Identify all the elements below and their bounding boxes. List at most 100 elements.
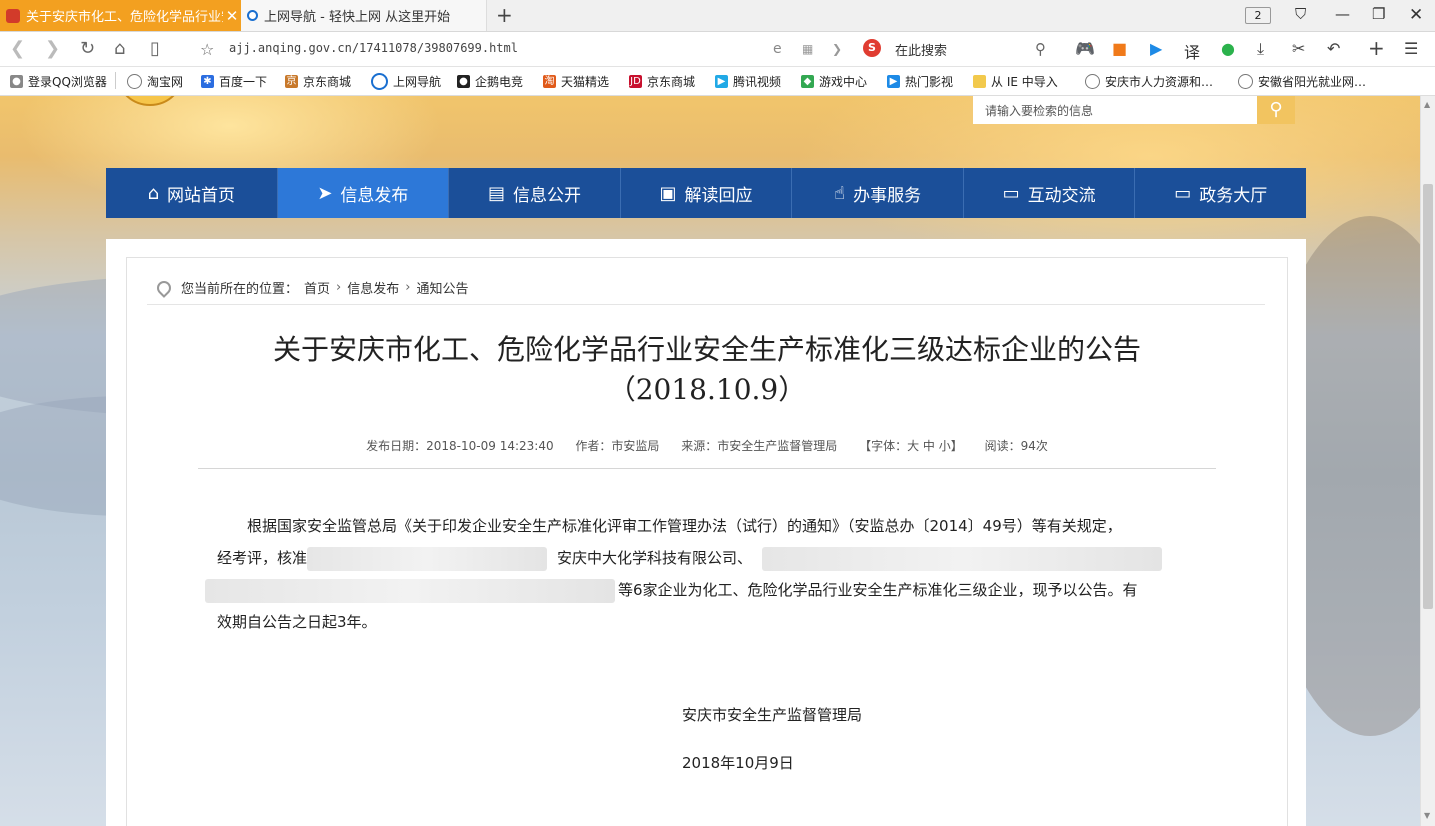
monitor-icon: ▭ bbox=[1174, 182, 1192, 204]
breadcrumb-prefix: 您当前所在的位置： bbox=[181, 282, 299, 297]
url-field[interactable]: ajj.anqing.gov.cn/17411078/39807699.html bbox=[229, 41, 518, 55]
ie-mode-icon[interactable]: e bbox=[773, 41, 782, 57]
wechat-icon[interactable]: ● bbox=[1221, 39, 1235, 58]
bookmark-item[interactable]: ◆ 游戏中心 bbox=[801, 73, 867, 90]
bookmark-item[interactable]: ● 企鹅电竞 bbox=[457, 73, 523, 90]
undo-icon[interactable]: ↶ bbox=[1327, 39, 1340, 58]
gov-emblem-icon bbox=[6, 8, 20, 23]
source: 来源：市安全生产监督管理局 bbox=[681, 439, 838, 453]
breadcrumb-info-release[interactable]: 信息发布 bbox=[347, 278, 399, 297]
tab-count-badge[interactable]: 2 bbox=[1245, 7, 1271, 24]
site-logo-emblem bbox=[115, 96, 185, 106]
font-size-switch[interactable]: 【字体：大 中 小】 bbox=[859, 439, 963, 453]
breadcrumb: 您当前所在的位置： 首页 › 信息发布 › 通知公告 bbox=[154, 277, 468, 298]
search-icon[interactable]: ⚲ bbox=[1257, 96, 1295, 124]
tmall-icon: 淘 bbox=[543, 75, 556, 88]
globe-icon bbox=[1085, 74, 1100, 89]
chevron-right-icon: › bbox=[336, 280, 342, 295]
redacted-text bbox=[205, 578, 615, 603]
scroll-down-icon[interactable]: ▼ bbox=[1424, 811, 1430, 820]
body-line: 经考评，核准 安庆中大化学科技有限公司、 bbox=[217, 542, 1202, 574]
bookmark-item[interactable]: ▶ 腾讯视频 bbox=[715, 73, 781, 90]
bookmark-item[interactable]: 淘宝网 bbox=[127, 73, 183, 90]
sogou-search-engine-icon[interactable]: S bbox=[863, 39, 881, 57]
book-icon: ▤ bbox=[487, 182, 505, 204]
document-icon: ▣ bbox=[659, 182, 677, 204]
reader-icon[interactable]: ▯ bbox=[150, 38, 160, 59]
globe-icon bbox=[127, 74, 142, 89]
video-camera-icon[interactable]: ■ bbox=[1112, 39, 1127, 58]
bookmark-item[interactable]: 上网导航 bbox=[371, 73, 441, 90]
scroll-thumb[interactable] bbox=[1423, 184, 1433, 609]
body-text-fragment: 经考评，核准 bbox=[217, 549, 308, 567]
jd-logo-icon: JD bbox=[629, 75, 642, 88]
divider bbox=[198, 468, 1216, 469]
game-icon[interactable]: 🎮 bbox=[1075, 39, 1095, 58]
site-search-box: 请输入要检索的信息 ⚲ bbox=[973, 96, 1295, 124]
nav-services[interactable]: ☝ 办事服务 bbox=[792, 168, 964, 218]
breadcrumb-home[interactable]: 首页 bbox=[304, 278, 330, 297]
star-icon[interactable]: ☆ bbox=[200, 40, 214, 59]
bookmark-item[interactable]: 从 IE 中导入 bbox=[973, 73, 1058, 90]
skin-icon[interactable]: ⛉ bbox=[1295, 5, 1306, 23]
back-icon[interactable]: ❮ bbox=[10, 38, 25, 59]
nav-info-release[interactable]: ➤ 信息发布 bbox=[277, 168, 450, 218]
tab-active[interactable]: 关于安庆市化工、危险化学品行业安 ✕ bbox=[0, 0, 241, 31]
nav-interpretation[interactable]: ▣ 解读回应 bbox=[621, 168, 793, 218]
redacted-text bbox=[762, 546, 1163, 571]
nav-info-disclosure[interactable]: ▤ 信息公开 bbox=[449, 168, 621, 218]
nav-government-hall[interactable]: ▭ 政务大厅 bbox=[1135, 168, 1306, 218]
bookmark-item[interactable]: ● 登录QQ浏览器 bbox=[10, 73, 107, 90]
close-icon[interactable]: ✕ bbox=[223, 7, 241, 25]
divider bbox=[147, 304, 1265, 305]
forward-icon[interactable]: ❯ bbox=[45, 38, 60, 59]
breadcrumb-notices[interactable]: 通知公告 bbox=[416, 278, 468, 297]
browser-search-input[interactable]: 在此搜索 bbox=[895, 40, 947, 59]
nav-interaction[interactable]: ▭ 互动交流 bbox=[964, 168, 1136, 218]
new-tab-icon[interactable]: + bbox=[496, 3, 513, 27]
bookmark-item[interactable]: ✱ 百度一下 bbox=[201, 73, 267, 90]
chevron-right-icon[interactable]: ❯ bbox=[832, 42, 842, 56]
article-title-line: 关于安庆市化工、危险化学品行业安全生产标准化三级达标企业的公告 bbox=[272, 333, 1141, 366]
bookmark-item[interactable]: 淘天猫精选 bbox=[543, 73, 609, 90]
refresh-icon[interactable]: ↻ bbox=[80, 38, 95, 59]
restore-icon[interactable]: ❐ bbox=[1372, 5, 1385, 23]
article-title-date: （2018.10.9） bbox=[607, 373, 807, 406]
qr-icon[interactable]: ▦ bbox=[802, 42, 813, 56]
bookmark-item[interactable]: JD 京东商城 bbox=[629, 73, 695, 90]
baidu-paw-icon: ✱ bbox=[201, 75, 214, 88]
nav-home[interactable]: ⌂ 网站首页 bbox=[106, 168, 278, 218]
vertical-scrollbar[interactable]: ▲ ▼ bbox=[1420, 96, 1435, 826]
window-close-icon[interactable]: ✕ bbox=[1409, 5, 1423, 25]
site-search-input[interactable]: 请输入要检索的信息 bbox=[985, 102, 1093, 119]
download-icon[interactable]: ⤓ bbox=[1257, 39, 1264, 59]
bookmark-item[interactable]: 安徽省阳光就业网… bbox=[1238, 73, 1366, 90]
bookmark-item[interactable]: 京京东商城 bbox=[285, 73, 351, 90]
tab-navigation[interactable]: 上网导航 - 轻快上网 从这里开始 bbox=[241, 0, 487, 31]
menu-icon[interactable]: ☰ bbox=[1404, 39, 1418, 58]
body-line: 等6家企业为化工、危险化学品行业安全生产标准化三级企业，现予以公告。有 bbox=[205, 574, 1202, 606]
penguin-icon: ● bbox=[457, 75, 470, 88]
browser-tab-bar: 关于安庆市化工、危险化学品行业安 ✕ 上网导航 - 轻快上网 从这里开始 + 2… bbox=[0, 0, 1435, 32]
minimize-icon[interactable]: — bbox=[1335, 5, 1350, 23]
content-area: 您当前所在的位置： 首页 › 信息发布 › 通知公告 关于安庆市化工、危险化学品… bbox=[106, 239, 1306, 826]
ie-icon bbox=[371, 73, 388, 90]
issuer-signature: 安庆市安全生产监督管理局 bbox=[682, 706, 863, 724]
bookmark-item[interactable]: 安庆市人力资源和… bbox=[1085, 73, 1213, 90]
send-icon: ➤ bbox=[317, 182, 333, 204]
play-icon[interactable]: ▶ bbox=[1150, 39, 1162, 58]
plus-icon[interactable]: + bbox=[1368, 36, 1385, 60]
bookmark-item[interactable]: ▶ 热门影视 bbox=[887, 73, 953, 90]
video-play-icon: ▶ bbox=[715, 75, 728, 88]
search-icon[interactable]: ⚲ bbox=[1035, 40, 1046, 58]
chat-icon: ▭ bbox=[1002, 182, 1020, 204]
gamepad-icon: ◆ bbox=[801, 75, 814, 88]
translate-icon[interactable]: 译 bbox=[1184, 39, 1200, 63]
author: 作者：市安监局 bbox=[575, 439, 660, 453]
article-body: 根据国家安全监管总局《关于印发企业安全生产标准化评审工作管理办法（试行）的通知》… bbox=[205, 510, 1202, 638]
bookmark-divider bbox=[115, 72, 116, 89]
scissors-icon[interactable]: ✂ bbox=[1292, 39, 1305, 58]
tab-title: 关于安庆市化工、危险化学品行业安 bbox=[26, 10, 223, 25]
scroll-up-icon[interactable]: ▲ bbox=[1424, 100, 1430, 109]
home-icon[interactable]: ⌂ bbox=[114, 38, 125, 59]
